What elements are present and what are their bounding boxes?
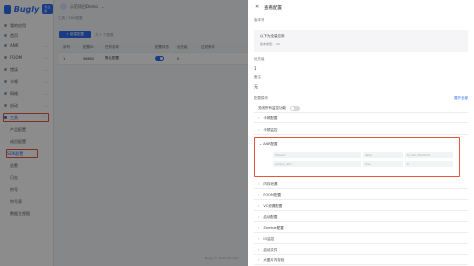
chevron-right-icon: › [258, 258, 260, 262]
module-label: FOOM配置 [263, 192, 281, 197]
anr-field[interactable]: true [363, 161, 403, 167]
chevron-right-icon: › [258, 237, 260, 241]
anr-config-section: ⌄ ANR配置 timeout delay fd_max_threshold s… [254, 137, 460, 177]
chevron-right-icon: › [258, 215, 260, 219]
modal-overlay[interactable] [0, 0, 248, 266]
version-box-line: 以下为全量应用 [260, 34, 285, 38]
module-row[interactable]: › Zombie配置 [254, 224, 468, 233]
module-label: IO监控 [263, 236, 275, 241]
module-row[interactable]: › 启动文件 [254, 246, 468, 255]
version-type-line: 版本类型： All [260, 42, 280, 46]
module-row[interactable]: › 内存泄漏 [254, 180, 468, 189]
module-label: 内存泄漏 [263, 181, 278, 186]
module-row[interactable]: › FOOM配置 [254, 191, 468, 200]
module-label: VC泄漏配置 [263, 203, 283, 208]
chevron-right-icon: › [258, 248, 260, 252]
disable-all-label: 关闭所有监控功能 [258, 105, 286, 110]
module-row[interactable]: › VC泄漏配置 [254, 202, 468, 211]
anr-field[interactable]: delay [363, 152, 403, 158]
chevron-down-icon: ⌄ [259, 142, 262, 146]
anr-field[interactable]: timeout [273, 152, 361, 158]
module-label: 启动文件 [263, 247, 278, 252]
drawer-title: 查看配置 [264, 6, 282, 11]
chevron-right-icon: › [258, 193, 260, 197]
anr-config-fields: timeout delay fd_max_threshold sample_ra… [273, 152, 459, 167]
module-row[interactable]: › 卡顿配置 [254, 114, 468, 123]
chevron-right-icon: › [258, 182, 260, 186]
chevron-right-icon: › [258, 226, 260, 230]
field-label-source: 版本号 [254, 18, 265, 22]
field-label-modules: 配置模块 [254, 96, 268, 100]
chevron-right-icon: › [258, 204, 260, 208]
module-label: 卡顿监控 [263, 127, 278, 132]
version-type-value: All [275, 42, 280, 46]
anr-field[interactable]: sample_ratio [273, 161, 361, 167]
disable-all-row: 关闭所有监控功能 [254, 104, 468, 113]
config-drawer: ✕ 查看配置 版本号 以下为全量应用 版本类型： All 优先级 1 备注 无 … [248, 0, 474, 266]
field-label-desc: 备注 [254, 75, 261, 79]
chevron-right-icon: › [258, 128, 260, 132]
module-label: 启动配置 [263, 214, 278, 219]
desc-value: 无 [254, 84, 258, 89]
anr-field[interactable]: 0 [405, 161, 453, 167]
module-row[interactable]: › 启动配置 [254, 213, 468, 222]
module-row[interactable]: › IO监控 [254, 235, 468, 244]
module-label: 卡顿配置 [263, 115, 278, 120]
priority-value: 1 [254, 66, 257, 71]
version-box: 以下为全量应用 版本类型： All [254, 30, 468, 52]
version-type-label: 版本类型： [260, 42, 276, 46]
close-icon[interactable]: ✕ [255, 4, 259, 10]
expand-all-link[interactable]: 展开全部 [454, 96, 468, 101]
anr-field[interactable]: fd_max_threshold [405, 152, 453, 158]
module-label: Zombie配置 [263, 225, 284, 230]
disable-all-switch[interactable] [290, 105, 300, 111]
anr-config-header[interactable]: ⌄ ANR配置 [259, 142, 278, 147]
module-label: 大图片内存检 [263, 257, 285, 262]
chevron-right-icon: › [258, 116, 260, 120]
module-row[interactable]: › 大图片内存检 [254, 256, 468, 265]
field-label-priority: 优先级 [254, 57, 265, 61]
anr-config-title: ANR配置 [263, 142, 278, 146]
module-row[interactable]: › 卡顿监控 [254, 126, 468, 135]
